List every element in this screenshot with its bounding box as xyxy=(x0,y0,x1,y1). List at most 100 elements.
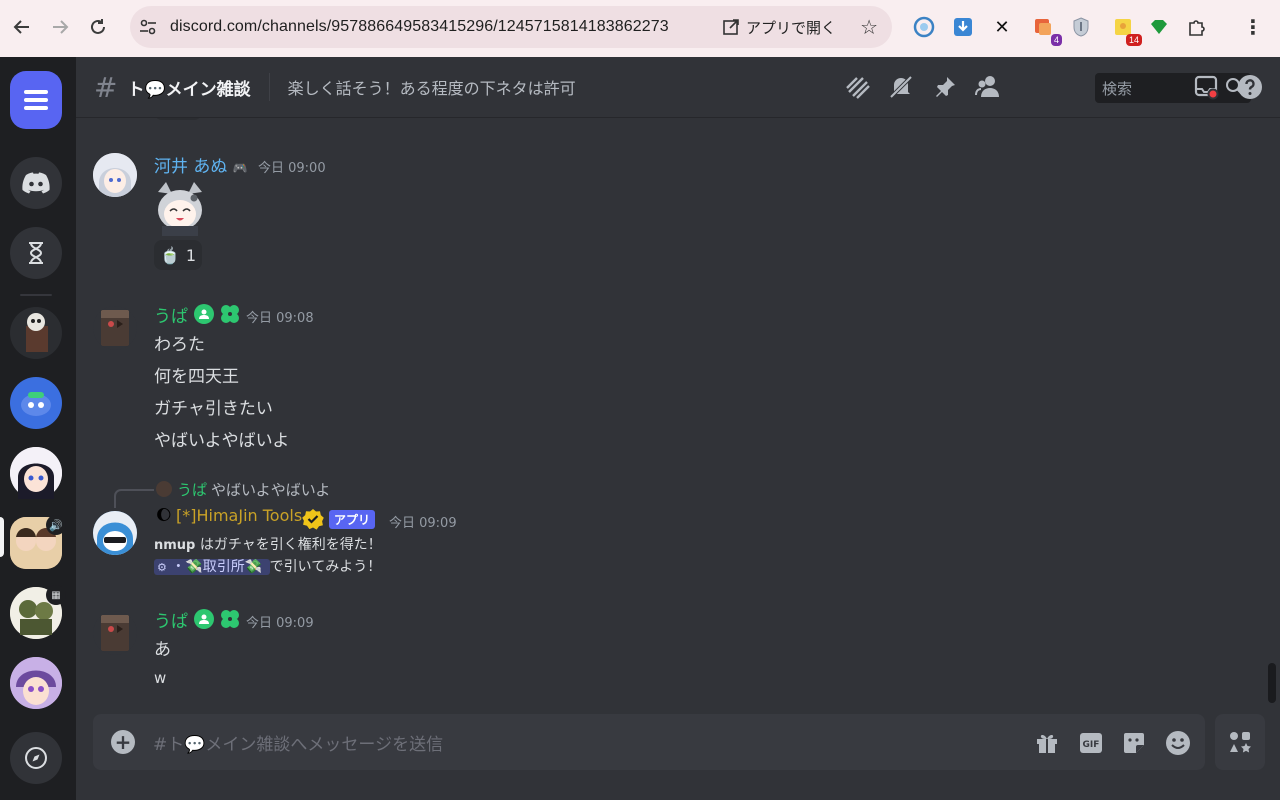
server-icon-soldiers[interactable]: ▦ xyxy=(10,585,66,639)
threads-icon[interactable] xyxy=(844,73,872,101)
message-list: 河井 あぬ 🎮 今日 09:00 🍵 1 うぱ 今日 09:08 わろた 何を四… xyxy=(76,118,1280,714)
emoji-icon[interactable] xyxy=(1165,730,1191,756)
message-text: あ xyxy=(154,640,171,660)
help-icon[interactable] xyxy=(1236,73,1264,101)
selected-server-indicator xyxy=(0,517,4,557)
shield-icon[interactable] xyxy=(1068,14,1094,40)
hamburger-icon xyxy=(24,90,48,110)
message-text: w xyxy=(154,669,167,687)
url-text[interactable]: discord.com/channels/957886649583415296/… xyxy=(170,18,669,36)
user-name: nmup xyxy=(154,538,196,553)
address-bar[interactable]: discord.com/channels/957886649583415296/… xyxy=(130,6,892,48)
apps-icon xyxy=(1230,732,1251,753)
sticker-icon[interactable] xyxy=(1121,730,1147,756)
channel-mention-icon: ⚙ xyxy=(157,561,167,574)
author-name[interactable]: [*]HimaJin Tools xyxy=(176,506,302,525)
controller-emoji: 🎮 xyxy=(232,161,248,175)
channel-mention-link[interactable]: ⚙ ・💸取引所💸 xyxy=(154,559,270,575)
author-name[interactable]: 河井 あぬ 🎮 xyxy=(154,152,248,177)
author-name[interactable]: うぱ xyxy=(154,302,188,327)
open-in-app-button[interactable]: アプリで開く xyxy=(722,17,836,38)
clover-role-icon xyxy=(219,303,241,329)
reload-button[interactable] xyxy=(80,9,116,45)
reload-icon xyxy=(91,19,105,34)
gem-icon[interactable] xyxy=(1146,14,1172,40)
notifications-muted-icon[interactable] xyxy=(887,73,915,101)
server-icon-anime-girl[interactable] xyxy=(10,447,62,499)
ext-sticky-icon[interactable]: 14 xyxy=(1110,14,1142,46)
avatar[interactable] xyxy=(93,511,137,555)
author-name[interactable]: うぱ xyxy=(154,607,188,632)
search-placeholder: 検索 xyxy=(1102,79,1133,98)
avatar[interactable] xyxy=(93,153,137,197)
reaction-count: 1 xyxy=(185,245,197,265)
download-icon[interactable] xyxy=(950,14,976,40)
timestamp[interactable]: 今日 09:09 xyxy=(246,612,314,631)
pinned-messages-icon[interactable] xyxy=(931,73,959,101)
timestamp[interactable]: 今日 09:00 xyxy=(258,157,326,176)
message-text: ガチャ引きたい xyxy=(154,399,273,419)
author-name-text: 河井 あぬ xyxy=(154,157,228,177)
timestamp[interactable]: 今日 09:09 xyxy=(389,512,457,531)
message-composer[interactable]: + #ト💬メイン雑談へメッセージを送信 GIF xyxy=(93,714,1205,770)
svg-text:GIF: GIF xyxy=(1083,740,1100,750)
app-launcher-button[interactable] xyxy=(1215,714,1265,770)
server-icon-purple-girl[interactable] xyxy=(10,657,62,709)
gift-icon[interactable] xyxy=(1034,730,1060,756)
message-group: うぱ 今日 09:09 あ w xyxy=(76,603,1256,703)
main-menu-button[interactable] xyxy=(10,71,62,129)
avatar[interactable] xyxy=(93,611,137,655)
member-list-icon[interactable] xyxy=(974,73,1002,101)
sticker-image[interactable] xyxy=(154,180,206,236)
app-tag: アプリ xyxy=(329,510,376,529)
x-icon[interactable]: ✕ xyxy=(989,14,1015,40)
server-icon-skull[interactable] xyxy=(10,307,62,359)
composer-placeholder[interactable]: #ト💬メイン雑談へメッセージを送信 xyxy=(153,730,443,755)
back-arrow-icon xyxy=(13,20,29,34)
message-text: わろた xyxy=(154,335,205,355)
reply-author[interactable]: うぱ xyxy=(177,479,207,500)
direct-messages-button[interactable] xyxy=(10,157,62,209)
server-icon-discord-bot[interactable] xyxy=(10,377,62,429)
scrollbar-thumb[interactable] xyxy=(1268,663,1276,703)
message-group: うぱ 今日 09:08 わろた 何を四天王 ガチャ引きたい やばいよやばいよ xyxy=(76,298,1256,458)
browser-menu-icon[interactable]: ⋮ xyxy=(1240,14,1266,40)
rail-separator xyxy=(20,294,52,296)
channel-topic[interactable]: 楽しく話そう！ある程度の下ネタは許可 xyxy=(288,75,576,99)
puzzle-icon[interactable] xyxy=(1184,14,1210,40)
message-text-segment: はガチャを引く権利を得た！ xyxy=(199,537,382,553)
reaction-button[interactable]: 🍵 1 xyxy=(154,240,202,270)
forward-arrow-icon xyxy=(53,20,69,34)
forward-button[interactable] xyxy=(42,9,78,45)
open-external-icon xyxy=(723,19,739,35)
reply-avatar[interactable] xyxy=(156,481,172,497)
ext-badge: 4 xyxy=(1050,34,1062,46)
ext-translate-icon[interactable]: 4 xyxy=(1030,14,1062,46)
gif-icon[interactable]: GIF xyxy=(1078,730,1104,756)
server-icon-current[interactable]: 🔊 xyxy=(10,515,66,569)
ext-circle-icon[interactable] xyxy=(911,14,937,40)
upload-plus-button[interactable]: + xyxy=(111,730,135,754)
avatar[interactable] xyxy=(93,306,137,350)
channel-name: ト💬メイン雑談 xyxy=(127,79,251,100)
timestamp[interactable]: 今日 09:08 xyxy=(246,307,314,326)
header-divider xyxy=(268,73,270,101)
reply-preview-text[interactable]: やばいよやばいよ xyxy=(211,479,330,500)
member-role-icon xyxy=(194,609,214,629)
bookmark-star-icon[interactable]: ☆ xyxy=(860,15,878,39)
ext-badge: 14 xyxy=(1125,34,1142,46)
explore-discovery-button[interactable] xyxy=(10,732,62,784)
site-settings-icon[interactable] xyxy=(136,17,160,37)
hourglass-button[interactable] xyxy=(10,227,62,279)
hourglass-icon xyxy=(29,242,43,264)
inbox-icon[interactable] xyxy=(1192,73,1220,101)
matcha-emoji: 🍵 xyxy=(159,245,180,265)
back-button[interactable] xyxy=(4,9,40,45)
member-role-icon xyxy=(194,304,214,324)
message-text: nmup はガチャを引く権利を得た！ xyxy=(154,534,382,554)
message-text-segment: で引いてみよう！ xyxy=(269,559,382,575)
voice-speaker-icon: 🔊 xyxy=(46,515,66,535)
text-channel-icon: # xyxy=(94,70,118,104)
search-input[interactable]: 検索 xyxy=(1095,73,1251,103)
clover-role-icon xyxy=(219,608,241,634)
